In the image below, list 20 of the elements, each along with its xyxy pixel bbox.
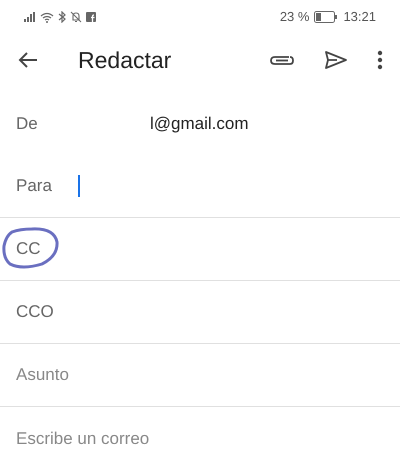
field-label: Para: [16, 175, 53, 198]
back-arrow-icon: [18, 51, 38, 69]
field-label: CC: [16, 238, 42, 260]
bell-off-icon: [70, 11, 82, 23]
app-notification-icon: [86, 12, 96, 22]
paperclip-icon: [269, 53, 295, 67]
clock-time: 13:21: [343, 8, 376, 26]
battery-percent: 23 %: [280, 8, 310, 26]
sender-address[interactable]: l@gmail.com: [150, 110, 248, 136]
subject-field[interactable]: Asunto: [16, 362, 384, 388]
send-icon: [324, 50, 348, 70]
bluetooth-icon: [58, 11, 66, 23]
field-label: CCO: [16, 301, 55, 324]
battery-icon: [314, 11, 338, 23]
field-label: De: [16, 112, 39, 135]
wifi-icon: [40, 12, 54, 22]
screen-title: Redactar: [78, 46, 172, 75]
message-body-field[interactable]: Escribe un correo: [16, 426, 384, 452]
signal-icon: [24, 12, 36, 22]
more-vertical-icon: [377, 50, 383, 70]
